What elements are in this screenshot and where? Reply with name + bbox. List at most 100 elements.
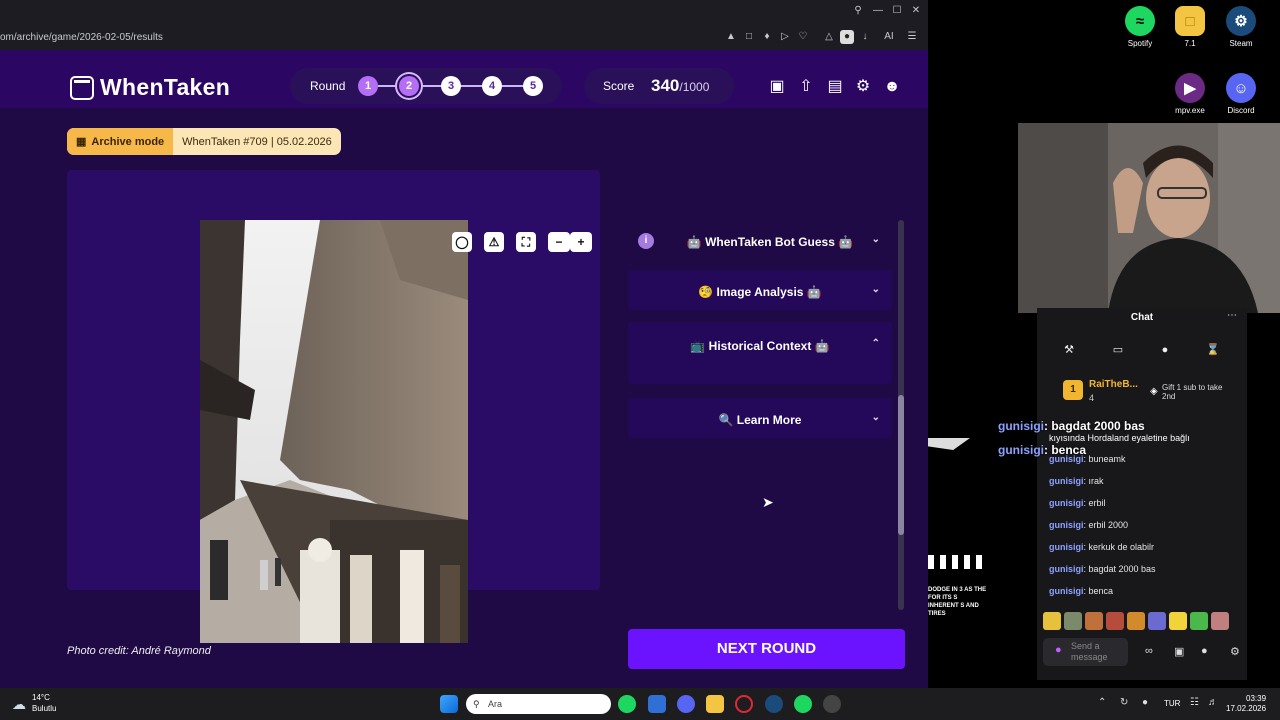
chat-username[interactable]: gunisigi xyxy=(1049,520,1084,530)
round-dot-2[interactable]: 2 xyxy=(399,76,419,96)
shield-icon[interactable]: ♦ xyxy=(760,30,774,44)
chat-header: Chat xyxy=(1130,312,1154,323)
round-dot-4[interactable]: 4 xyxy=(482,76,502,96)
chevron-down-icon: ⌄ xyxy=(871,234,880,245)
trash-icon[interactable]: ▭ xyxy=(1108,340,1128,360)
gift-icon: ◈ xyxy=(1150,386,1158,397)
profile-icon[interactable]: ☻ xyxy=(882,77,902,97)
screenshot-icon[interactable]: □ xyxy=(742,30,756,44)
url-text[interactable]: om/archive/game/2026-02-05/results xyxy=(0,32,163,43)
search-placeholder: Ara xyxy=(488,699,503,709)
microphone-icon[interactable]: ● xyxy=(1055,645,1062,656)
round-dot-3[interactable]: 3 xyxy=(441,76,461,96)
explorer-taskbar-icon[interactable] xyxy=(706,695,724,713)
sync-icon[interactable]: ↻ xyxy=(1120,697,1128,708)
round-dot-1[interactable]: 1 xyxy=(358,76,378,96)
bot-guess-section[interactable]: i 🤖 WhenTaken Bot Guess 🤖 ⌄ xyxy=(628,220,892,262)
round-dot-5[interactable]: 5 xyxy=(523,76,543,96)
fullscreen-button[interactable]: ⛶ xyxy=(516,232,536,252)
stats-icon[interactable]: ▤ xyxy=(825,77,845,97)
pinned-user[interactable]: RaiTheB... xyxy=(1089,379,1138,390)
infinity-icon[interactable]: ∞ xyxy=(1145,645,1153,657)
emote-icon[interactable] xyxy=(1064,612,1082,630)
taskbar-search[interactable]: ⚲ Ara xyxy=(466,694,611,714)
chat-username[interactable]: gunisigi xyxy=(998,419,1044,433)
emote-icon[interactable] xyxy=(1043,612,1061,630)
chat-text: : ırak xyxy=(1083,476,1104,486)
chat-username[interactable]: gunisigi xyxy=(1049,542,1084,552)
microphone-icon[interactable]: ● xyxy=(1142,697,1148,708)
emote-icon[interactable] xyxy=(1148,612,1166,630)
chat-bubble-icon[interactable]: ● xyxy=(1155,340,1175,360)
zoom-in-button[interactable]: + xyxy=(570,232,592,252)
scrollbar-thumb[interactable] xyxy=(898,395,904,535)
maximize-icon[interactable]: ☐ xyxy=(890,4,904,18)
desktop-icon-discord[interactable]: ☺ Discord xyxy=(1211,73,1271,115)
desktop-icon-label: Spotify xyxy=(1127,39,1153,48)
hourglass-icon[interactable]: ⌛ xyxy=(1203,340,1223,360)
pin-icon[interactable]: ▲ xyxy=(724,30,738,44)
chat-message: gunisigi: erbil 2000 xyxy=(1049,520,1128,530)
chat-username[interactable]: gunisigi xyxy=(1049,498,1084,508)
spotify-taskbar-icon[interactable] xyxy=(618,695,636,713)
heart-icon[interactable]: ♡ xyxy=(796,30,810,44)
more-icon[interactable]: ⋯ xyxy=(1227,310,1237,321)
chat-username[interactable]: gunisigi xyxy=(998,443,1044,457)
report-button[interactable]: ⚠ xyxy=(484,232,504,252)
mail-taskbar-icon[interactable] xyxy=(648,695,666,713)
image-analysis-section[interactable]: 🧐 Image Analysis 🤖 ⌄ xyxy=(628,270,892,310)
steam-taskbar-icon[interactable] xyxy=(765,695,783,713)
gamepad-icon[interactable]: ▣ xyxy=(767,77,787,97)
hammer-icon[interactable]: ⚒ xyxy=(1059,340,1079,360)
chat-username[interactable]: gunisigi xyxy=(1049,454,1084,464)
zoom-out-button[interactable]: − xyxy=(548,232,570,252)
ai-button[interactable]: AI xyxy=(878,30,900,44)
emote-icon[interactable] xyxy=(1190,612,1208,630)
profile-icon[interactable]: ● xyxy=(840,30,854,44)
chat-bubble-icon[interactable]: ● xyxy=(1201,645,1208,657)
weather-widget[interactable]: 14°C Bulutlu xyxy=(10,692,56,714)
download-icon[interactable]: ↓ xyxy=(858,30,872,44)
emote-icon[interactable] xyxy=(1085,612,1103,630)
extension-icon[interactable]: △ xyxy=(822,30,836,44)
historical-photo[interactable] xyxy=(200,220,468,643)
emote-icon[interactable] xyxy=(1211,612,1229,630)
network-icon[interactable]: ☷ xyxy=(1190,697,1199,708)
learn-more-section[interactable]: 🔍 Learn More ⌄ xyxy=(628,398,892,438)
chat-username[interactable]: gunisigi xyxy=(1049,564,1084,574)
system-clock[interactable]: 03:39 17.02.2026 xyxy=(1226,694,1266,714)
volume-icon[interactable]: ♬ xyxy=(1208,697,1218,708)
discord-taskbar-icon[interactable] xyxy=(677,695,695,713)
chat-text: : kerkuk de olabilr xyxy=(1083,542,1155,552)
chat-username[interactable]: gunisigi xyxy=(1049,586,1084,596)
next-round-button[interactable]: NEXT ROUND xyxy=(628,629,905,669)
language-indicator[interactable]: TUR xyxy=(1164,699,1180,708)
menu-icon[interactable]: ☰ xyxy=(905,30,919,44)
emote-icon[interactable] xyxy=(1169,612,1187,630)
app-taskbar-icon[interactable] xyxy=(823,695,841,713)
opera-taskbar-icon[interactable] xyxy=(735,695,753,713)
gift-sub-text[interactable]: Gift 1 sub to take 2nd xyxy=(1162,383,1232,401)
settings-icon[interactable]: ⚙ xyxy=(1230,645,1240,658)
historical-context-section[interactable]: 📺 Historical Context 🤖 ⌃ xyxy=(628,322,892,384)
chat-input[interactable]: ● Send a message xyxy=(1043,638,1128,666)
address-bar[interactable]: om/archive/game/2026-02-05/results ▲ □ ♦… xyxy=(0,26,928,50)
store-icon[interactable]: ▣ xyxy=(1174,645,1184,658)
desktop-icon-label: mpv.exe xyxy=(1175,106,1205,115)
emote-icon[interactable] xyxy=(1127,612,1145,630)
spotify-taskbar-icon-2[interactable] xyxy=(794,695,812,713)
chat-username[interactable]: gunisigi xyxy=(1049,476,1084,486)
share-icon[interactable]: ⇧ xyxy=(796,77,816,97)
minimize-icon[interactable]: — xyxy=(871,4,885,18)
search-icon[interactable]: ⚲ xyxy=(851,4,865,18)
play-icon[interactable]: ▷ xyxy=(778,30,792,44)
logo[interactable]: WhenTaken xyxy=(70,74,230,101)
emote-icon[interactable] xyxy=(1106,612,1124,630)
tray-chevron-icon[interactable]: ⌃ xyxy=(1098,697,1106,708)
hint-button[interactable]: ◯ xyxy=(452,232,472,252)
desktop-icon-steam[interactable]: ⚙ Steam xyxy=(1211,6,1271,48)
windows-start-icon[interactable] xyxy=(440,695,458,713)
close-icon[interactable]: ✕ xyxy=(909,4,923,18)
checkered-flag-icon xyxy=(928,555,982,569)
settings-icon[interactable]: ⚙ xyxy=(853,77,873,97)
